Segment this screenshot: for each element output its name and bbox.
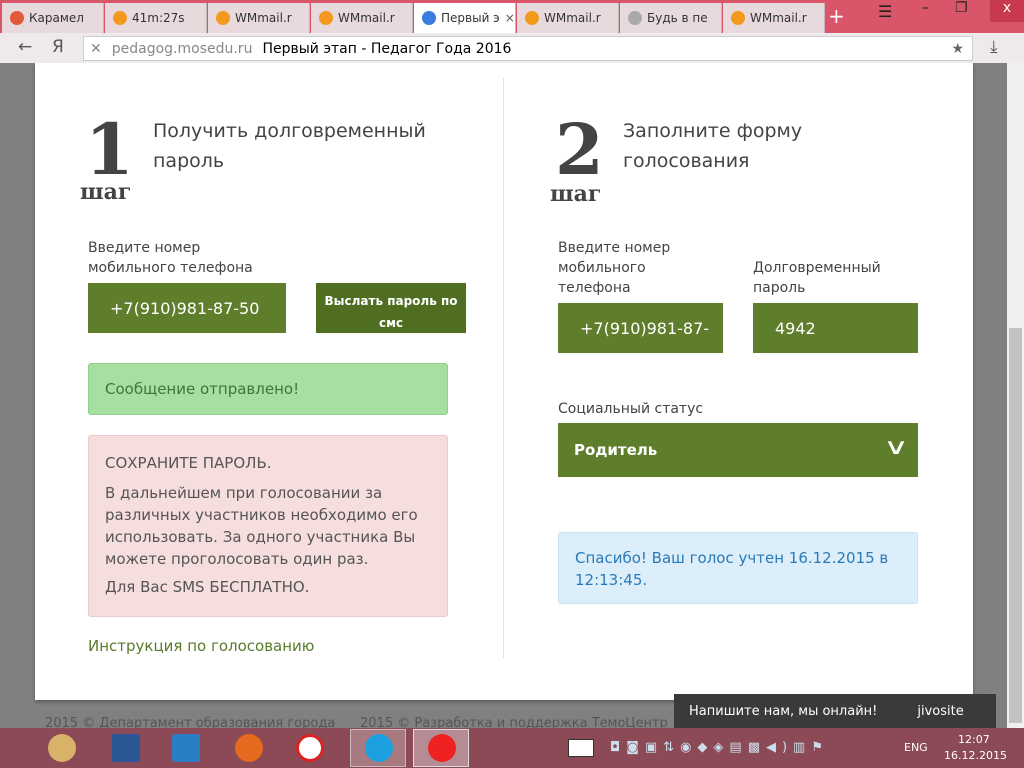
save-password-alert: СОХРАНИТЕ ПАРОЛЬ. В дальнейшем при голос… (88, 435, 448, 617)
step2-word: шаг (550, 181, 602, 207)
jivosite-chat-button[interactable]: Напишите нам, мы онлайн! jivosite (674, 694, 996, 728)
footer-right: 2015 © Разработка и поддержка ТемоЦентр (360, 716, 668, 728)
new-tab-button[interactable]: + (828, 4, 845, 28)
stop-icon[interactable]: ✕ (90, 41, 102, 57)
step1-title: Получить долговременный пароль (153, 120, 426, 172)
warn-text: В дальнейшем при голосовании за различны… (105, 484, 418, 568)
clock-date[interactable]: 16.12.2015 (944, 749, 1007, 762)
tab-bar: Карамел 41m:27s WMmail.r WMmail.r Первый э × W… (0, 0, 1024, 33)
social-status-select[interactable]: Родитель ∨ (558, 423, 918, 477)
tab-favicon-icon (731, 11, 745, 25)
close-tab-icon[interactable]: × (505, 11, 515, 25)
tab-label: WMmail.r (544, 11, 601, 25)
step1-phone-input[interactable]: +7(910)981-87-50 (88, 283, 286, 333)
back-icon[interactable]: ← (18, 37, 32, 57)
restore-button[interactable]: ❐ (955, 0, 968, 22)
browser-tab[interactable]: Будь в пе (620, 3, 722, 33)
step2-title: Заполните форму голосования (623, 120, 803, 172)
skype-icon (365, 734, 393, 762)
browser-tab[interactable]: WMmail.r (311, 3, 413, 33)
word-icon[interactable] (112, 734, 140, 762)
page-title: Первый этап - Педагог Года 2016 (262, 40, 512, 57)
page-scrollbar[interactable] (1007, 63, 1024, 728)
browser-tab[interactable]: WMmail.r (208, 3, 310, 33)
url-input[interactable]: ✕ pedagog.mosedu.ru Первый этап - Педаго… (83, 36, 973, 61)
password-input[interactable]: 4942 (753, 303, 918, 353)
taskbar: ◘◙▣⇅◉◆◈▤▩◀)▥⚑ ENG 12:07 16.12.2015 (0, 728, 1024, 768)
paint-icon[interactable] (48, 734, 76, 762)
tab-favicon-icon (628, 11, 642, 25)
warn-title: СОХРАНИТЕ ПАРОЛЬ. (105, 454, 272, 472)
success-alert: Сообщение отправлено! (88, 363, 448, 415)
clock-time[interactable]: 12:07 (958, 733, 990, 746)
downloads-icon[interactable]: ⤓ (990, 37, 998, 57)
tab-label: Карамел (29, 11, 84, 25)
tab-favicon-icon (10, 11, 24, 25)
close-window-button[interactable]: x (990, 0, 1024, 22)
browser-tab[interactable]: 41m:27s (105, 3, 207, 33)
tab-label: WMmail.r (338, 11, 395, 25)
yandex-active-task[interactable] (413, 729, 469, 767)
browser-tab[interactable]: WMmail.r (517, 3, 619, 33)
step2-phone-label: Введите номер мобильного телефона (558, 240, 671, 296)
menu-icon[interactable]: ☰ (878, 2, 892, 24)
step1-phone-label: Введите номер мобильного телефона (88, 240, 253, 276)
url-host: pedagog.mosedu.ru (111, 40, 253, 57)
tab-favicon-icon (525, 11, 539, 25)
chat-brand: jivosite (917, 703, 964, 719)
tab-favicon-icon (319, 11, 333, 25)
tab-label: 41m:27s (132, 11, 185, 25)
tab-favicon-icon (216, 11, 230, 25)
tray-icons[interactable]: ◘◙▣⇅◉◆◈▤▩◀)▥⚑ (610, 740, 829, 755)
tab-label: Первый э (441, 11, 500, 25)
tab-label: WMmail.r (235, 11, 292, 25)
tab-favicon-icon (422, 11, 436, 25)
voting-card: 1 шаг Получить долговременный пароль Вве… (35, 63, 973, 700)
firefox-icon[interactable] (235, 734, 263, 762)
scrollbar-thumb[interactable] (1009, 328, 1022, 723)
app-icon[interactable] (172, 734, 200, 762)
browser-tab[interactable]: WMmail.r (723, 3, 825, 33)
vote-confirmation-alert: Спасибо! Ваш голос учтен 16.12.2015 в 12… (558, 532, 918, 604)
browser-tab[interactable]: Карамел (2, 3, 104, 33)
column-divider (503, 78, 504, 658)
step2-phone-input[interactable]: +7(910)981-87- (558, 303, 723, 353)
bookmark-star-icon[interactable]: ★ (951, 41, 964, 57)
minimize-button[interactable]: – (922, 0, 929, 22)
footer-left: 2015 © Департамент образования города (45, 716, 336, 728)
password-label: Долговременный пароль (753, 260, 881, 296)
warn-free: Для Вас SMS БЕСПЛАТНО. (105, 578, 310, 596)
step2-number: 2 (555, 108, 604, 191)
chat-label: Напишите нам, мы онлайн! (689, 703, 878, 719)
yandex-browser-icon[interactable] (296, 734, 324, 762)
yandex-icon (428, 734, 456, 762)
page-viewport: 1 шаг Получить долговременный пароль Вве… (0, 63, 1007, 728)
tab-favicon-icon (113, 11, 127, 25)
browser-tab[interactable]: Первый э × (414, 3, 516, 33)
step1-word: шаг (80, 179, 132, 205)
skype-task[interactable] (350, 729, 406, 767)
status-value: Родитель (574, 441, 658, 459)
tab-label: WMmail.r (750, 11, 807, 25)
chevron-down-icon: ∨ (883, 435, 909, 460)
send-password-button[interactable]: Выслать пароль по смс (316, 283, 466, 333)
address-bar: ← Я ✕ pedagog.mosedu.ru Первый этап - Пе… (0, 33, 1024, 63)
language-indicator[interactable]: ENG (904, 741, 928, 754)
tab-label: Будь в пе (647, 11, 708, 25)
step1-number: 1 (85, 108, 134, 191)
yandex-logo[interactable]: Я (52, 37, 64, 57)
instructions-link[interactable]: Инструкция по голосованию (88, 637, 314, 655)
keyboard-icon[interactable] (568, 739, 594, 757)
status-label: Социальный статус (558, 401, 704, 417)
